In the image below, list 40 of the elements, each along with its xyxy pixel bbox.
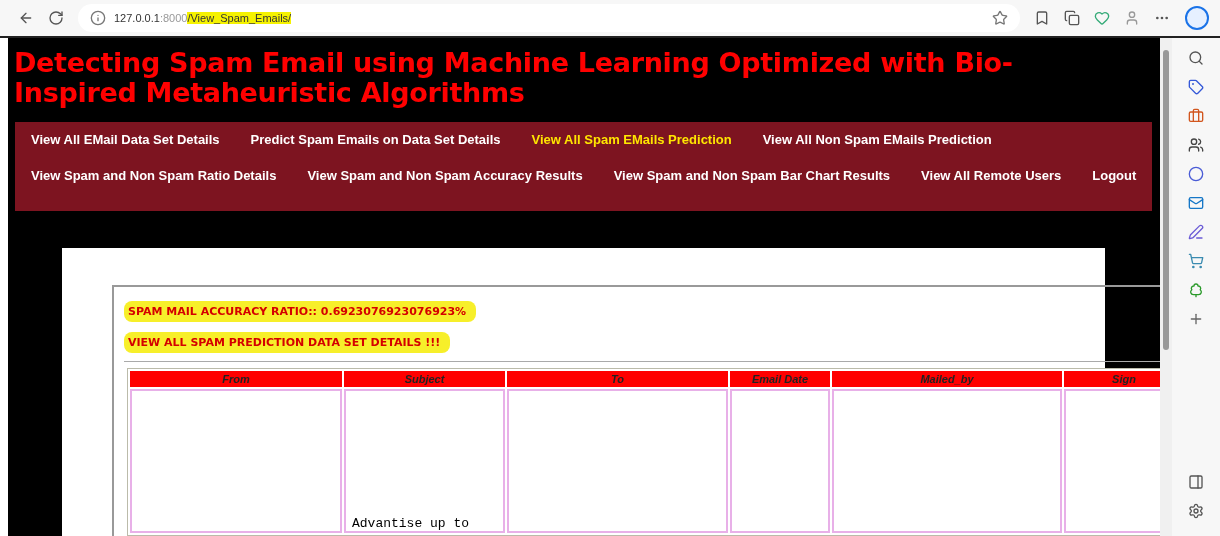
nav-link[interactable]: View All Non Spam EMails Prediction [762, 122, 992, 158]
info-icon [90, 10, 106, 26]
page-title: Detecting Spam Email using Machine Learning Optimized with Bio-Inspired Metaheuristic Algorithms [14, 48, 1014, 108]
column-header: Subject [344, 371, 505, 387]
reload-icon[interactable] [48, 10, 64, 26]
tree-icon[interactable] [1188, 282, 1204, 298]
pen-icon[interactable] [1188, 224, 1204, 240]
section-heading: VIEW ALL SPAM PREDICTION DATA SET DETAILS !!! [124, 332, 451, 353]
column-header: Sign [1064, 371, 1160, 387]
table-cell: Advantise up to [344, 389, 505, 533]
column-header: From [130, 371, 342, 387]
back-icon[interactable] [18, 10, 34, 26]
briefcase-icon[interactable] [1188, 108, 1204, 124]
nav-link[interactable]: Predict Spam Emails on Data Set Details [250, 122, 501, 158]
circle-icon[interactable] [1188, 166, 1204, 182]
nav-link[interactable]: View Spam and Non Spam Ratio Details [31, 158, 277, 194]
cart-icon[interactable] [1188, 253, 1204, 269]
people-icon[interactable] [1188, 137, 1204, 153]
nav-link[interactable]: View All Remote Users [921, 158, 1062, 194]
nav-link[interactable]: View Spam and Non Spam Accuracy Results [307, 158, 583, 194]
accuracy-text: SPAM MAIL ACCURACY RATIO:: 0.6923076923076923% [124, 301, 477, 322]
column-header: Email Date [730, 371, 830, 387]
collections-icon[interactable] [1064, 10, 1080, 26]
tag-icon[interactable] [1188, 79, 1204, 95]
scrollbar[interactable] [1160, 38, 1172, 536]
mail-icon[interactable] [1188, 195, 1204, 211]
add-icon[interactable] [1188, 311, 1204, 327]
settings-icon[interactable] [1188, 503, 1204, 519]
nav-link[interactable]: View All EMail Data Set Details [31, 122, 220, 158]
favorite-star-icon[interactable] [992, 10, 1008, 26]
nav-link[interactable]: Logout [1092, 158, 1137, 194]
profile-icon[interactable] [1124, 10, 1140, 26]
column-header: Mailed_by [832, 371, 1062, 387]
nav-link[interactable]: View Spam and Non Spam Bar Chart Results [613, 158, 891, 194]
column-header: To [507, 371, 728, 387]
nav-link[interactable]: View All Spam EMails Prediction [531, 122, 732, 158]
search-icon[interactable] [1188, 50, 1204, 66]
sidebar-panel-icon[interactable] [1188, 474, 1204, 490]
favorites-icon[interactable] [1034, 10, 1050, 26]
heart-icon[interactable] [1094, 10, 1110, 26]
